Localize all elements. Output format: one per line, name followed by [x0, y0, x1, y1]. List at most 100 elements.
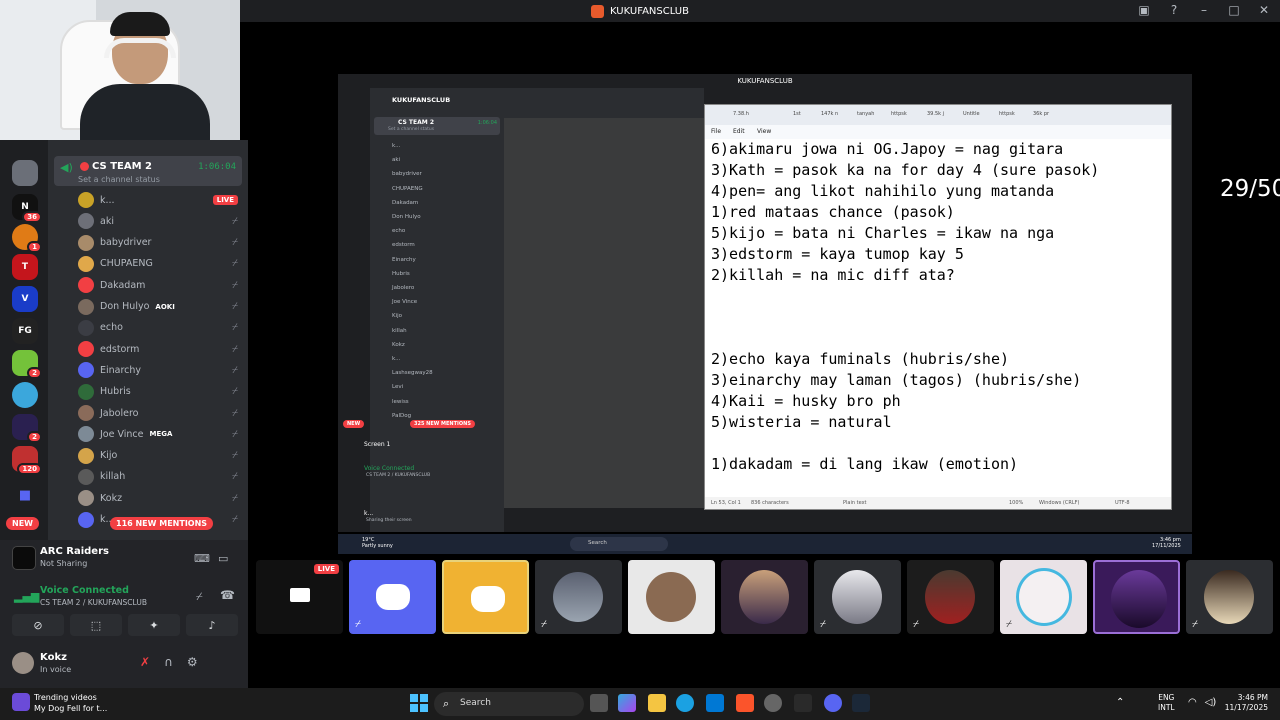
participant-tile[interactable]: [1093, 560, 1180, 634]
activities-button[interactable]: ✦: [128, 614, 180, 636]
shared-member: Kokz: [392, 341, 405, 348]
participant-tile[interactable]: [721, 560, 808, 634]
soundboard-button[interactable]: ♪: [186, 614, 238, 636]
gamepad-icon[interactable]: ⌨: [194, 552, 210, 565]
notepad-tab[interactable]: httpsk: [999, 111, 1015, 117]
voice-member[interactable]: Kijo ⌿: [78, 446, 242, 466]
voice-member[interactable]: babydriver ⌿: [78, 233, 242, 253]
voice-member[interactable]: k... LIVE: [78, 190, 242, 210]
settings-gear-icon[interactable]: ⚙: [187, 655, 198, 669]
channel-status[interactable]: Set a channel status: [78, 175, 160, 184]
voice-status: Voice Connected: [40, 585, 129, 596]
task-view-icon[interactable]: [590, 694, 608, 712]
trending-title[interactable]: Trending videos: [34, 693, 97, 702]
headphones-icon[interactable]: ∩: [164, 655, 173, 669]
screen-share-button[interactable]: ⬚: [70, 614, 122, 636]
participant-tile-stream[interactable]: LIVE: [256, 560, 343, 634]
voice-member[interactable]: Dakadam ⌿: [78, 275, 242, 295]
server-icon[interactable]: 2: [12, 414, 42, 443]
server-icon[interactable]: N 36: [12, 194, 42, 223]
notepad-tab[interactable]: 36k pr: [1033, 111, 1049, 117]
participant-tile[interactable]: ⌿: [1000, 560, 1087, 634]
server-icon[interactable]: [12, 160, 38, 186]
notepad-tab[interactable]: httpsk: [891, 111, 907, 117]
taskbar-search[interactable]: ⌕ Search: [434, 692, 584, 716]
noise-suppression-icon[interactable]: ⌿: [196, 590, 203, 604]
server-icon[interactable]: 1: [12, 224, 42, 253]
participant-tile[interactable]: ⌿: [535, 560, 622, 634]
shared-member: k...: [392, 143, 401, 149]
inbox-icon[interactable]: ▣: [1136, 3, 1152, 17]
mic-off-icon: ⌿: [232, 237, 238, 249]
voice-member[interactable]: Einarchy ⌿: [78, 360, 242, 380]
store-icon[interactable]: [706, 694, 724, 712]
notepad-tab[interactable]: tanyah: [857, 111, 874, 117]
voice-member[interactable]: Kokz ⌿: [78, 488, 242, 508]
steam-icon[interactable]: [852, 694, 870, 712]
notepad-tab[interactable]: 1st: [793, 111, 801, 117]
system-tray[interactable]: ◠ ◁): [1188, 697, 1216, 708]
menu-view[interactable]: View: [757, 128, 771, 135]
avatar: [78, 405, 94, 421]
member-name: echo: [100, 322, 123, 334]
news-widget-icon[interactable]: [12, 693, 30, 711]
share-screen-icon[interactable]: ▭: [218, 552, 228, 565]
copilot-icon[interactable]: [618, 694, 636, 712]
participant-tile[interactable]: [442, 560, 529, 634]
trending-subtitle[interactable]: My Dog Fell for t...: [34, 704, 107, 713]
video-off-button[interactable]: ⊘: [12, 614, 64, 636]
participant-tile[interactable]: ⌿: [349, 560, 436, 634]
voice-member[interactable]: Jabolero ⌿: [78, 403, 242, 423]
notepad-tab[interactable]: Untitle: [963, 111, 980, 117]
avatar: [832, 570, 882, 624]
server-icon[interactable]: 120: [12, 446, 42, 475]
voice-member[interactable]: Don Hulyo AOKI ⌿: [78, 297, 242, 317]
help-icon[interactable]: ?: [1166, 3, 1182, 17]
participant-tile[interactable]: ⌿: [814, 560, 901, 634]
minimize-button[interactable]: –: [1196, 3, 1212, 17]
participant-tile[interactable]: ⌿: [1186, 560, 1273, 634]
new-unreads-pill[interactable]: NEW: [6, 517, 39, 530]
language-indicator[interactable]: ENG INTL: [1158, 693, 1175, 713]
voice-member[interactable]: Joe Vince MEGA ⌿: [78, 424, 242, 444]
server-icon[interactable]: 2: [12, 350, 42, 379]
voice-member[interactable]: CHUPAENG ⌿: [78, 254, 242, 274]
discord-icon[interactable]: [824, 694, 842, 712]
menu-file[interactable]: File: [711, 128, 721, 135]
voice-member[interactable]: killah ⌿: [78, 467, 242, 487]
mic-off-icon: ⌿: [1192, 619, 1198, 630]
server-icon[interactable]: T: [12, 254, 38, 280]
close-button[interactable]: ✕: [1256, 3, 1272, 17]
participant-tile[interactable]: [628, 560, 715, 634]
participant-tile[interactable]: ⌿: [907, 560, 994, 634]
brave-icon[interactable]: [736, 694, 754, 712]
app-icon[interactable]: [794, 694, 812, 712]
file-explorer-icon[interactable]: [648, 694, 666, 712]
server-icon[interactable]: V: [12, 286, 38, 312]
voice-channel-cs-team-2[interactable]: ◀) CS TEAM 2 Set a channel status 1:06:0…: [54, 156, 242, 186]
maximize-button[interactable]: □: [1226, 3, 1242, 17]
notepad-text[interactable]: 6)akimaru jowa ni OG.Japoy = nag gitara 3…: [711, 139, 1161, 493]
menu-edit[interactable]: Edit: [733, 128, 745, 135]
avatar[interactable]: [12, 652, 34, 674]
notepad-tab[interactable]: 39.5k j: [927, 111, 944, 117]
voice-member[interactable]: aki ⌿: [78, 211, 242, 231]
mute-icon[interactable]: ✗: [140, 655, 150, 669]
disconnect-icon[interactable]: ☎: [220, 588, 235, 602]
edge-icon[interactable]: [676, 694, 694, 712]
voice-channel[interactable]: CS TEAM 2 / KUKUFANSCLUB: [40, 598, 147, 607]
shared-voice-channel-text: CS TEAM 2 / KUKUFANSCLUB: [366, 473, 431, 478]
folder-icon[interactable]: ■: [12, 482, 38, 508]
notepad-tab[interactable]: 147k n: [821, 111, 838, 117]
new-mentions-pill[interactable]: 116 NEW MENTIONS: [110, 517, 214, 530]
app-icon[interactable]: [764, 694, 782, 712]
voice-member[interactable]: echo ⌿: [78, 318, 242, 338]
start-button[interactable]: [410, 694, 428, 712]
voice-member[interactable]: Hubris ⌿: [78, 382, 242, 402]
server-icon[interactable]: FG: [12, 318, 38, 344]
server-icon[interactable]: [12, 382, 38, 408]
voice-member[interactable]: edstorm ⌿: [78, 339, 242, 359]
notepad-tab[interactable]: 7.38.h: [733, 111, 749, 117]
taskbar-clock[interactable]: 3:46 PM 11/17/2025: [1222, 693, 1268, 713]
chevron-up-icon[interactable]: ⌃: [1116, 697, 1124, 708]
